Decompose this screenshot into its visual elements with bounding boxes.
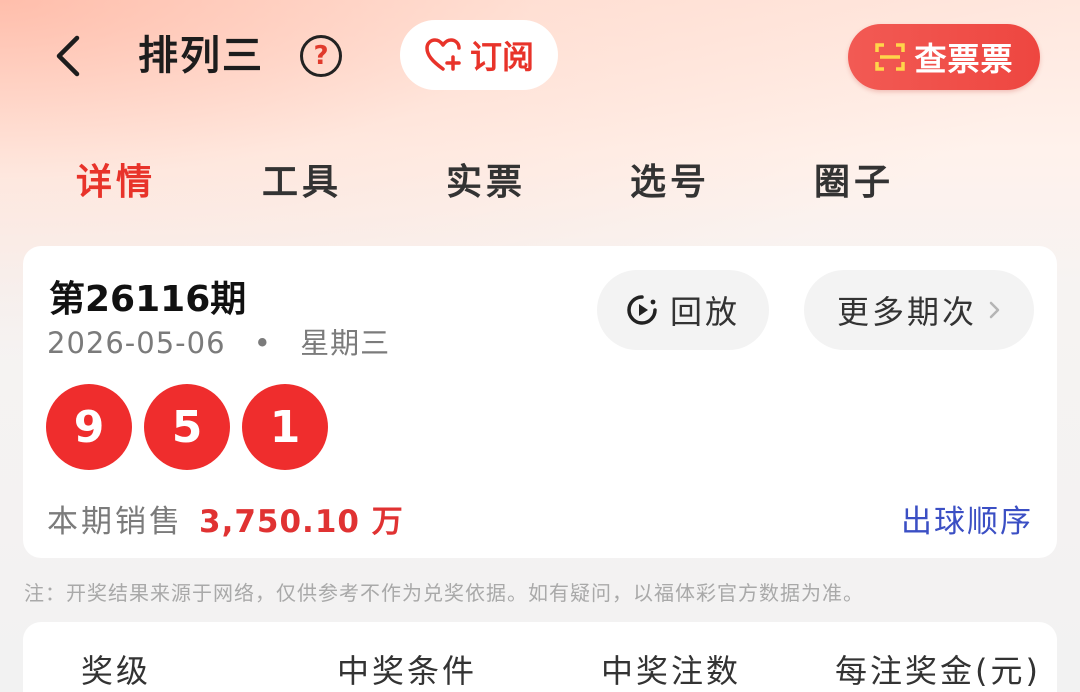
draw-date: 2026-05-06 (47, 326, 226, 360)
tab-details[interactable]: 详情 (76, 150, 156, 216)
replay-icon (627, 295, 657, 325)
winning-ball: 9 (46, 384, 132, 470)
winning-ball: 5 (144, 384, 230, 470)
back-button[interactable] (40, 28, 96, 84)
replay-label: 回放 (669, 293, 740, 331)
tab-bar: 详情 工具 实票 选号 圈子 (0, 150, 1080, 216)
column-header-prize-amount: 每注奖金(元) (835, 652, 1041, 690)
draw-weekday: 星期三 (300, 326, 391, 360)
column-header-win-condition: 中奖条件 (337, 652, 478, 690)
page-title: 排列三 (138, 33, 264, 79)
top-bar: 排列三 ? 订阅 查票票 (0, 0, 1080, 110)
issue-number: 第26116期 (49, 279, 247, 320)
date-separator: • (253, 326, 272, 360)
tab-real-tickets[interactable]: 实票 (446, 150, 526, 216)
scan-icon (875, 43, 906, 71)
more-issues-button[interactable]: 更多期次 (804, 270, 1034, 350)
check-ticket-label: 查票票 (914, 40, 1014, 78)
subscribe-button[interactable]: 订阅 (400, 20, 558, 90)
chevron-left-icon (56, 35, 80, 77)
tab-community[interactable]: 圈子 (814, 150, 894, 216)
heart-plus-icon (425, 38, 461, 71)
prize-table: 奖级 中奖条件 中奖注数 每注奖金(元) (23, 622, 1057, 692)
tab-tools[interactable]: 工具 (262, 150, 342, 216)
chevron-right-icon (989, 301, 1000, 319)
help-button[interactable]: ? (300, 35, 342, 77)
check-ticket-button[interactable]: 查票票 (848, 24, 1040, 90)
sales-label: 本期销售 (47, 504, 183, 540)
subscribe-label: 订阅 (469, 38, 534, 76)
draw-date-line: 2026-05-06 • 星期三 (47, 320, 390, 362)
replay-button[interactable]: 回放 (597, 270, 769, 350)
winning-ball: 1 (242, 384, 328, 470)
sales-value: 3,750.10 万 (199, 504, 404, 540)
draw-result-card: 第26116期 2026-05-06 • 星期三 回放 更多期次 9 5 1 本… (23, 246, 1057, 558)
more-issues-label: 更多期次 (836, 293, 977, 331)
column-header-prize-level: 奖级 (81, 652, 152, 690)
question-icon: ? (313, 41, 329, 71)
disclaimer-note: 注：开奖结果来源于网络，仅供参考不作为兑奖依据。如有疑问，以福体彩官方数据为准。 (24, 581, 864, 605)
column-header-winner-count: 中奖注数 (601, 652, 742, 690)
tab-pick-numbers[interactable]: 选号 (630, 150, 710, 216)
ball-order-link[interactable]: 出球顺序 (901, 496, 1033, 541)
